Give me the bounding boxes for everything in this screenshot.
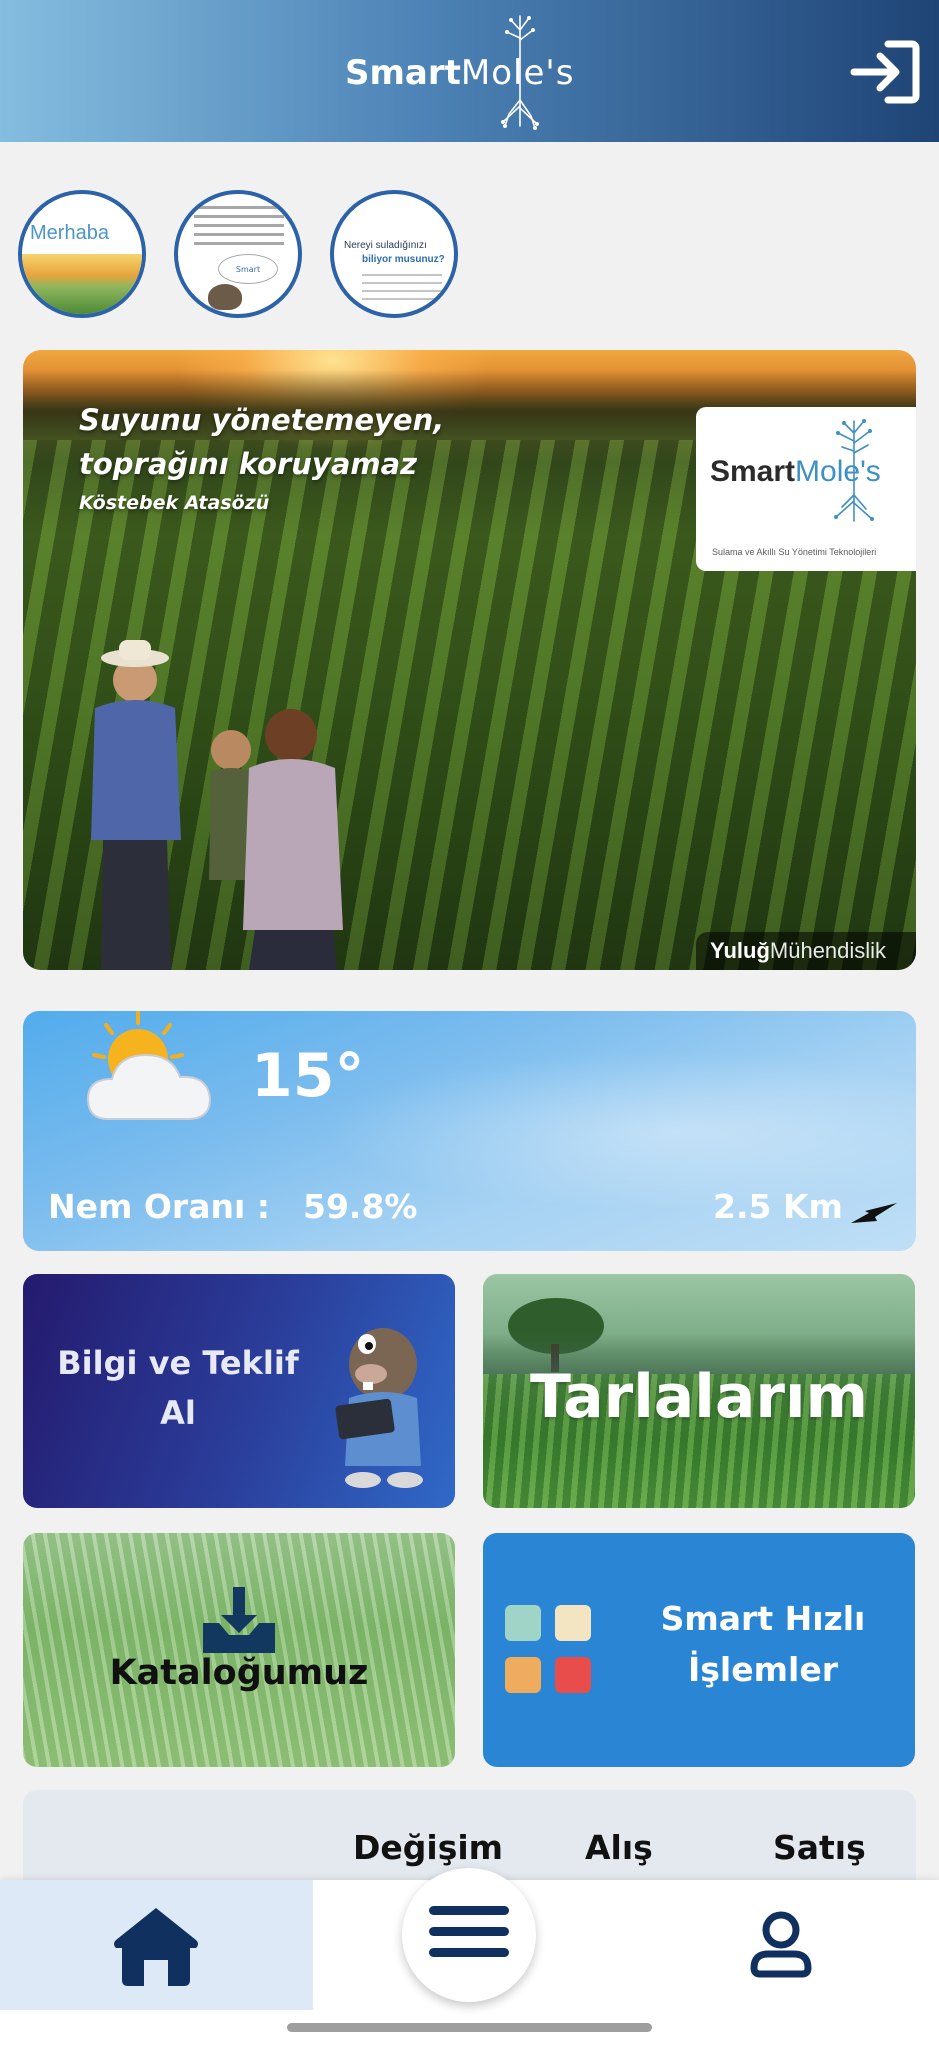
menu-icon: [429, 1906, 509, 1957]
app-logo: Smart Mole's: [345, 15, 574, 130]
story-title-line1: Nereyi suladığınızı: [344, 240, 427, 251]
wind-direction-icon: [851, 1203, 897, 1223]
family-illustration: [91, 640, 343, 970]
logout-icon[interactable]: [850, 40, 920, 104]
wind-distance: 2.5 Km: [713, 1187, 843, 1226]
hero-logo-card: SmartMole's Sulama ve Akıllı Su Yönetimi…: [696, 407, 916, 571]
story-smart-moles[interactable]: Smart: [174, 190, 302, 318]
download-icon: [203, 1587, 275, 1653]
tree-roots-icon: [834, 419, 874, 522]
weather-card[interactable]: 15° Nem Oranı : 59.8% 2.5 Km: [23, 1011, 916, 1251]
story-title: Merhaba: [30, 222, 109, 244]
story-thumbnail: [22, 254, 142, 314]
nav-profile-tab[interactable]: [720, 1880, 840, 2010]
hero-title: Suyunu yönetemeyen, toprağını koruyamaz: [79, 403, 445, 481]
home-icon: [114, 1908, 198, 1986]
my-fields-tile[interactable]: Tarlalarım: [483, 1274, 915, 1508]
humidity-label: Nem Oranı :: [48, 1187, 270, 1226]
story-merhaba[interactable]: Merhaba: [18, 190, 146, 318]
logo-smart-text: Smart: [345, 53, 461, 93]
home-indicator[interactable]: [287, 2023, 652, 2032]
mole-icon: [208, 284, 242, 310]
smart-quick-actions-tile[interactable]: Smart Hızlı İşlemler: [483, 1533, 915, 1767]
hero-card-tagline: Sulama ve Akıllı Su Yönetimi Teknolojile…: [712, 547, 877, 557]
hero-subtitle: Köstebek Atasözü: [79, 492, 270, 514]
info-quote-tile[interactable]: Bilgi ve Teklif Al: [23, 1274, 455, 1508]
my-fields-label: Tarlalarım: [529, 1362, 869, 1432]
temperature: 15°: [251, 1041, 365, 1111]
info-quote-label: Bilgi ve Teklif Al: [57, 1344, 299, 1432]
story-watering[interactable]: Nereyi suladığınızı biliyor musunuz?: [330, 190, 458, 318]
story-title-line2: biliyor musunuz?: [362, 254, 445, 265]
apps-grid-icon: [505, 1605, 595, 1695]
smart-quick-actions-label: Smart Hızlı İşlemler: [660, 1599, 866, 1689]
app-screen: Smart Mole's Merhaba Smart Nereyi suladı…: [0, 0, 939, 2048]
tree-roots-icon: [501, 15, 539, 130]
catalog-label: Kataloğumuz: [109, 1653, 369, 1693]
nav-home-tab[interactable]: [0, 1880, 313, 2010]
humidity-value: 59.8%: [303, 1187, 418, 1226]
story-bubble: Smart: [218, 254, 278, 284]
exchange-col-sell: Satış: [773, 1828, 866, 1867]
partly-cloudy-icon: [86, 1011, 212, 1120]
hero-banner[interactable]: Suyunu yönetemeyen, toprağını koruyamaz …: [23, 350, 916, 970]
catalog-tile[interactable]: Kataloğumuz: [23, 1533, 455, 1767]
exchange-col-buy: Alış: [585, 1828, 653, 1867]
mole-mascot-icon: [335, 1328, 423, 1488]
nav-menu-button[interactable]: [402, 1868, 536, 2002]
hero-brand-badge: YuluğMühendislik: [696, 932, 916, 970]
profile-icon: [750, 1911, 812, 1978]
exchange-col-change: Değişim: [353, 1828, 504, 1867]
app-header: Smart Mole's: [0, 0, 939, 142]
